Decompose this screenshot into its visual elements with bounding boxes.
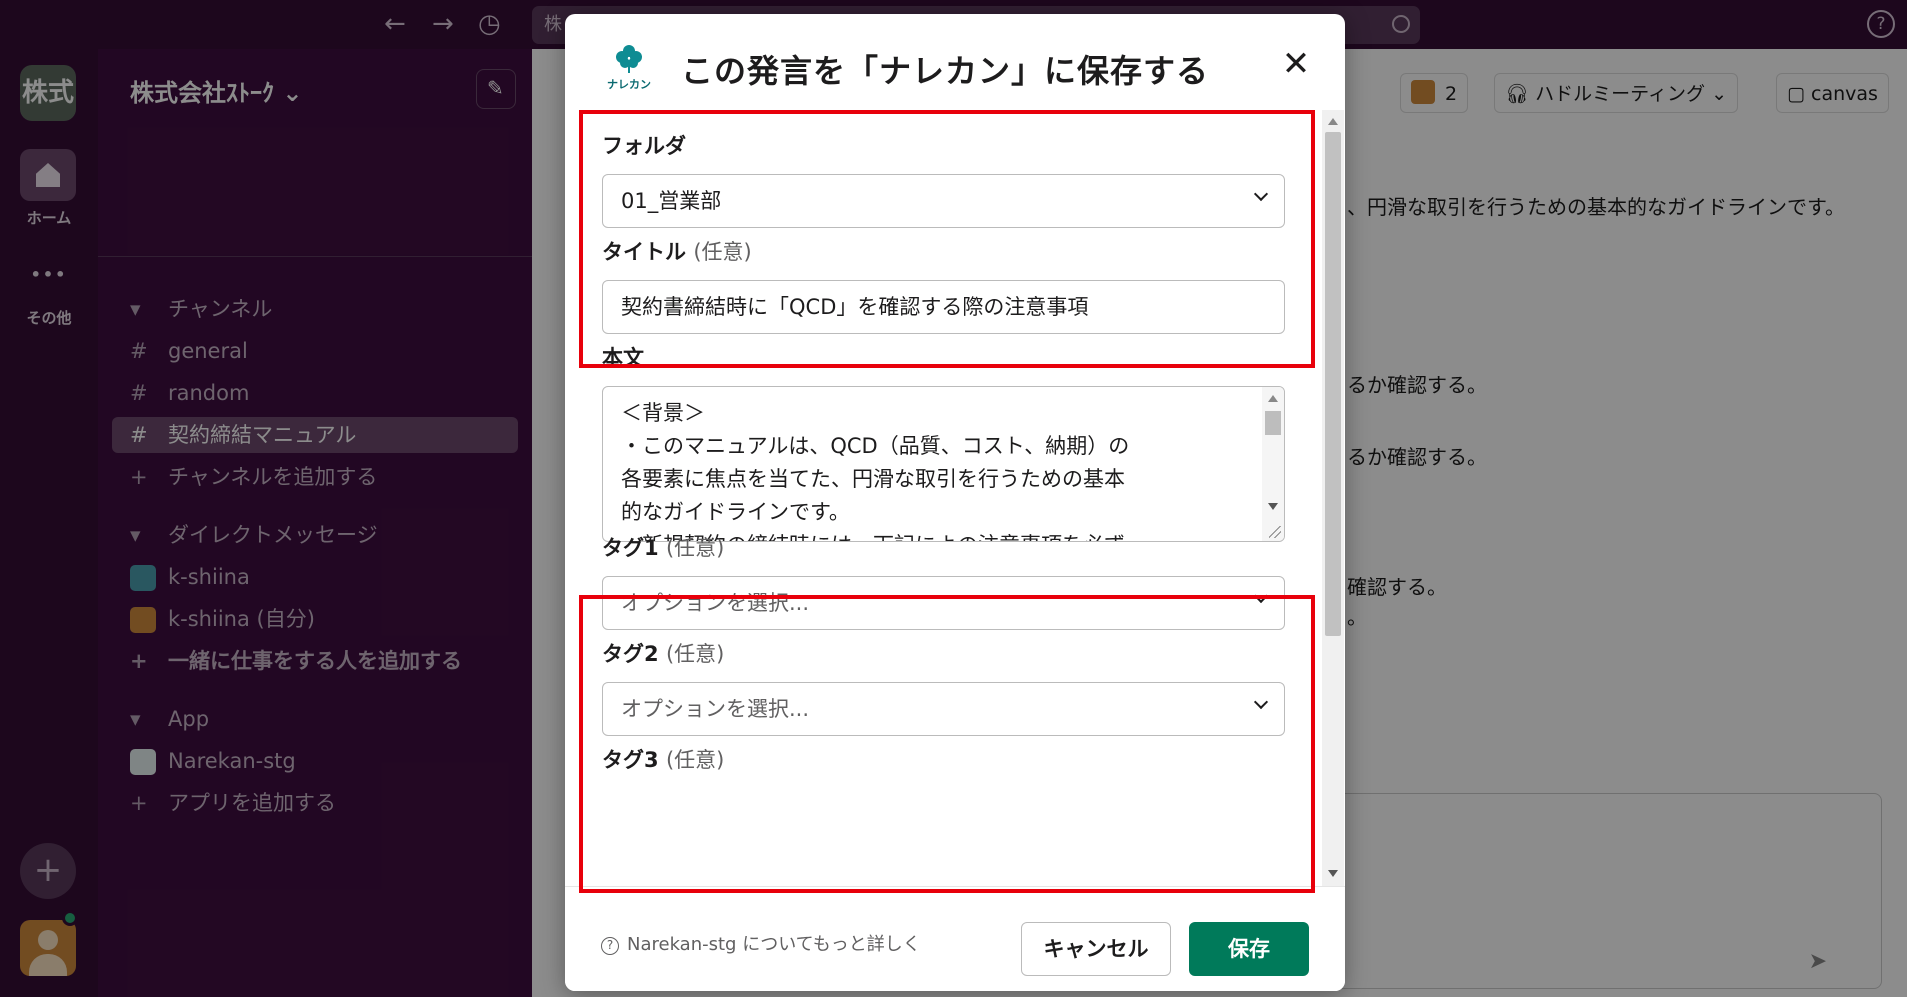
body-label: 本文 bbox=[602, 346, 644, 370]
folder-select[interactable]: 01_営業部 bbox=[602, 174, 1285, 228]
body-textarea[interactable]: ＜背景＞ ・このマニュアルは、QCD（品質、コスト、納期）の 各要素に焦点を当て… bbox=[602, 386, 1285, 542]
resize-grip-icon[interactable] bbox=[1269, 526, 1281, 538]
optional-marker: (任意) bbox=[665, 536, 725, 560]
save-to-narekan-modal: ナレカン この発言を「ナレカン」に保存する ✕ フォルダ 01_営業部 タイトル… bbox=[565, 14, 1345, 991]
scroll-down-icon[interactable] bbox=[1268, 503, 1278, 510]
chevron-down-icon bbox=[1253, 588, 1269, 604]
optional-marker: (任意) bbox=[693, 240, 752, 264]
scroll-up-icon[interactable] bbox=[1268, 395, 1278, 402]
scroll-down-icon[interactable] bbox=[1328, 870, 1338, 877]
tag3-label-text: タグ3 bbox=[602, 748, 659, 772]
modal-body: フォルダ 01_営業部 タイトル (任意) 契約書締結時に「QCD」を確認する際… bbox=[565, 110, 1345, 886]
tag3-label: タグ3 (任意) bbox=[602, 744, 724, 774]
close-icon[interactable]: ✕ bbox=[1278, 46, 1314, 82]
narekan-logo: ナレカン bbox=[605, 42, 653, 102]
folder-label: フォルダ bbox=[602, 134, 686, 158]
body-text: ＜背景＞ ・このマニュアルは、QCD（品質、コスト、納期）の 各要素に焦点を当て… bbox=[621, 401, 1130, 541]
title-input[interactable]: 契約書締結時に「QCD」を確認する際の注意事項 bbox=[602, 280, 1285, 334]
tag1-placeholder: オプションを選択... bbox=[621, 591, 810, 615]
optional-marker: (任意) bbox=[665, 642, 725, 666]
title-value: 契約書締結時に「QCD」を確認する際の注意事項 bbox=[621, 295, 1089, 319]
save-button[interactable]: 保存 bbox=[1189, 922, 1309, 976]
tag2-placeholder: オプションを選択... bbox=[621, 697, 810, 721]
logo-text: ナレカン bbox=[607, 78, 651, 91]
cancel-button[interactable]: キャンセル bbox=[1021, 922, 1171, 976]
optional-marker: (任意) bbox=[665, 748, 725, 772]
modal-footer: ? Narekan-stg についてもっと詳しく キャンセル 保存 bbox=[565, 886, 1345, 991]
tag2-label-text: タグ2 bbox=[602, 642, 659, 666]
folder-value: 01_営業部 bbox=[621, 189, 722, 213]
scroll-thumb[interactable] bbox=[1325, 132, 1341, 636]
scroll-thumb[interactable] bbox=[1265, 411, 1281, 435]
chevron-down-icon bbox=[1253, 186, 1269, 202]
textarea-scrollbar[interactable] bbox=[1262, 387, 1284, 541]
question-icon: ? bbox=[601, 937, 619, 955]
modal-title: この発言を「ナレカン」に保存する bbox=[681, 52, 1210, 90]
title-label-text: タイトル bbox=[602, 240, 686, 264]
tag1-select[interactable]: オプションを選択... bbox=[602, 576, 1285, 630]
learn-more-link[interactable]: ? Narekan-stg についてもっと詳しく bbox=[601, 930, 921, 956]
title-field-label: タイトル (任意) bbox=[602, 236, 752, 266]
tag1-label-text: タグ1 bbox=[602, 536, 659, 560]
narekan-flower-icon bbox=[616, 45, 642, 73]
tag2-select[interactable]: オプションを選択... bbox=[602, 682, 1285, 736]
modal-scrollbar[interactable] bbox=[1322, 110, 1344, 886]
scroll-up-icon[interactable] bbox=[1328, 118, 1338, 125]
learn-more-text: Narekan-stg についてもっと詳しく bbox=[627, 934, 921, 955]
tag1-label: タグ1 (任意) bbox=[602, 532, 724, 562]
tag2-label: タグ2 (任意) bbox=[602, 638, 724, 668]
chevron-down-icon bbox=[1253, 694, 1269, 710]
